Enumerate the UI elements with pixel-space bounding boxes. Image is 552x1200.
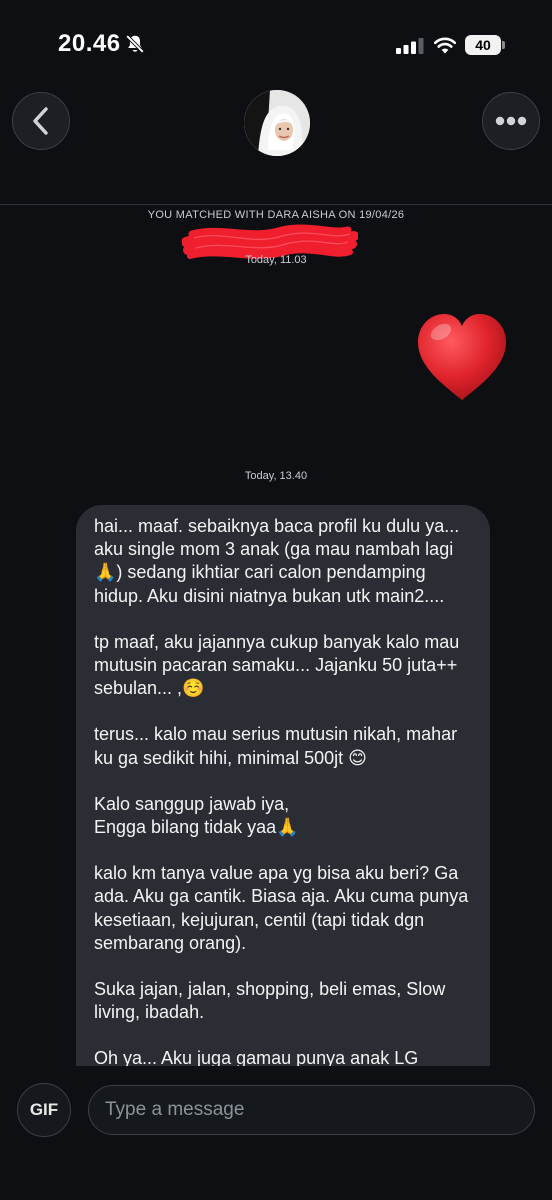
received-message-bubble[interactable]: hai... maaf. sebaiknya baca profil ku du…: [76, 505, 490, 1066]
chat-header: [0, 80, 552, 259]
ellipsis-icon: [495, 116, 527, 126]
message-input[interactable]: [88, 1085, 535, 1135]
timestamp: Today, 13.40: [244, 470, 308, 482]
message-paragraph: kalo km tanya value apa yg bisa aku beri…: [94, 863, 469, 953]
battery-tip: [502, 41, 505, 49]
chevron-left-icon: [33, 107, 48, 135]
message-paragraph: tp maaf, aku jajannya cukup banyak kalo …: [94, 631, 460, 699]
message-paragraph: Suka jajan, jalan, shopping, beli emas, …: [94, 979, 446, 1023]
status-bar: 20.46 40: [0, 0, 552, 80]
message-paragraph: hai... maaf. sebaiknya baca profil ku du…: [94, 516, 460, 606]
back-button[interactable]: [12, 92, 70, 150]
battery-level: 40: [465, 35, 501, 55]
bell-muted-icon: [125, 34, 145, 54]
match-notice: YOU MATCHED WITH DARA AISHA ON 19/04/26: [147, 209, 405, 221]
wifi-icon: [433, 37, 457, 54]
header-divider: [0, 204, 552, 205]
message-composer: GIF: [0, 1066, 552, 1200]
gif-button[interactable]: GIF: [17, 1083, 71, 1137]
timestamp: Today, 11.03: [245, 254, 307, 266]
cellular-signal-icon: [396, 38, 424, 54]
message-paragraph: Oh ya... Aku juga gamau punya anak LG: [94, 1048, 419, 1066]
status-time: 20.46: [58, 30, 121, 57]
sent-heart-message[interactable]: [414, 310, 510, 406]
profile-photo: [244, 90, 310, 156]
message-paragraph: Kalo sanggup jawab iya, Engga bilang tid…: [94, 793, 299, 838]
message-paragraph: terus... kalo mau serius mutusin nikah, …: [94, 724, 458, 768]
match-avatar[interactable]: [244, 90, 310, 156]
more-options-button[interactable]: [482, 92, 540, 150]
